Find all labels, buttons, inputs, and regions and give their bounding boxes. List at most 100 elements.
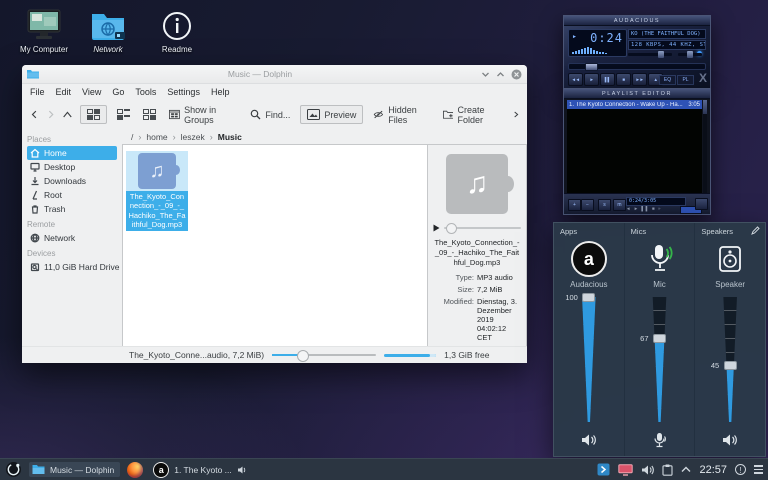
skin-x-decoration: X (699, 71, 707, 85)
desktop-icon-my-computer[interactable]: My Computer (12, 6, 76, 54)
menu-settings[interactable]: Settings (167, 87, 200, 97)
audio-preview-icon: ♫ (446, 154, 508, 214)
playlist-list[interactable]: 1. The Kyoto Connection - Wake Up - Ha..… (567, 100, 702, 193)
menu-edit[interactable]: Edit (56, 87, 72, 97)
minimize-button[interactable] (481, 70, 490, 79)
apps-item-label: Audacious (554, 280, 624, 289)
details-view-button[interactable] (140, 107, 159, 122)
places-item-desktop[interactable]: Desktop (27, 160, 117, 174)
zoom-slider-handle[interactable] (297, 350, 309, 362)
panel-menu-icon[interactable] (754, 465, 763, 474)
song-title-marquee: KO (THE FAITHFUL DOG) (3:05) (628, 29, 706, 39)
up-button[interactable] (62, 109, 73, 120)
digital-clock[interactable]: 22:57 (699, 464, 727, 476)
playlist-editor-window[interactable]: PLAYLIST EDITOR 1. The Kyoto Connection … (563, 88, 711, 215)
volume-slider[interactable] (628, 53, 672, 56)
breadcrumb-user[interactable]: leszek (181, 132, 205, 142)
preview-seek-slider[interactable] (444, 227, 521, 229)
kde-connect-tray-icon[interactable] (597, 463, 610, 476)
pause-button[interactable]: ▌▌ (600, 73, 615, 86)
stop-button[interactable]: ■ (616, 73, 631, 86)
eq-toggle-button[interactable]: EQ (659, 75, 676, 85)
previous-button[interactable]: ◄◄ (568, 73, 583, 86)
places-item-home[interactable]: Home (27, 146, 117, 160)
menu-file[interactable]: File (30, 87, 45, 97)
tray-expander-icon[interactable] (681, 466, 691, 473)
playlist-remove-button[interactable]: − (581, 199, 594, 211)
mic-slider-handle[interactable] (653, 334, 666, 343)
places-item-root[interactable]: Root (27, 188, 117, 202)
play-button[interactable]: ► (584, 73, 599, 86)
playlist-toggle-button[interactable]: PL (677, 75, 694, 85)
playlist-misc-button[interactable]: m (613, 199, 626, 211)
play-indicator-icon: ► (572, 34, 577, 40)
seek-bar[interactable] (568, 63, 706, 70)
file-view[interactable]: ♫ The_Kyoto_Connection_-_09_-_Hachiko_Th… (122, 144, 428, 347)
menu-view[interactable]: View (82, 87, 101, 97)
playlist-list-button[interactable] (695, 198, 708, 210)
hidden-files-button[interactable]: Hidden Files (370, 103, 432, 127)
application-launcher-button[interactable] (5, 461, 22, 478)
mic-volume-slider[interactable]: 67 (625, 297, 695, 422)
apps-mute-button[interactable] (554, 432, 624, 448)
playlist-select-button[interactable]: s (598, 199, 611, 211)
edit-icon[interactable] (751, 226, 760, 235)
balance-slider[interactable] (678, 53, 702, 56)
mic-mute-button[interactable] (625, 432, 695, 448)
playlist-scrollbar-handle[interactable] (703, 100, 707, 114)
back-button[interactable] (30, 109, 39, 120)
show-in-groups-button[interactable]: Show in Groups (166, 103, 240, 127)
seek-handle[interactable] (585, 63, 598, 71)
breadcrumb-current[interactable]: Music (218, 132, 242, 142)
volume-tray-icon[interactable] (641, 464, 654, 476)
compact-view-button[interactable] (114, 107, 133, 122)
menu-help[interactable]: Help (211, 87, 230, 97)
speaker-volume-slider[interactable]: 45 (695, 297, 765, 422)
places-item-network[interactable]: Network (27, 231, 117, 245)
playlist-entry[interactable]: 1. The Kyoto Connection - Wake Up - Ha..… (567, 100, 702, 109)
desktop-icon-network[interactable]: Network (76, 6, 140, 54)
places-item-hard-drive[interactable]: 11,0 GiB Hard Drive (27, 260, 117, 274)
audacious-volume-slider[interactable]: 100 (554, 297, 624, 422)
places-item-downloads[interactable]: Downloads (27, 174, 117, 188)
taskbar-task-dolphin[interactable]: Music — Dolphin (29, 462, 120, 477)
clipboard-tray-icon[interactable] (662, 464, 673, 476)
speaker-mute-button[interactable] (695, 432, 765, 448)
desktop-icon-readme[interactable]: Readme (145, 6, 209, 54)
audacious-titlebar[interactable]: AUDACIOUS (564, 16, 710, 26)
close-button[interactable] (511, 69, 522, 80)
screen-share-tray-icon[interactable] (618, 464, 633, 476)
playlist-titlebar[interactable]: PLAYLIST EDITOR (564, 89, 710, 99)
create-folder-button[interactable]: Create Folder (440, 103, 506, 127)
mics-header: Mics (631, 227, 646, 236)
breadcrumb-home[interactable]: home (146, 132, 167, 142)
file-item-mp3[interactable]: ♫ The_Kyoto_Connection_-_09_-_Hachiko_Th… (126, 151, 188, 231)
apps-slider-handle[interactable] (582, 293, 595, 302)
playlist-add-button[interactable]: + (568, 199, 581, 211)
forward-button[interactable] (46, 109, 55, 120)
breadcrumb-root[interactable]: / (131, 132, 133, 142)
audacious-main-window[interactable]: AUDACIOUS ► 0:24 KO (THE FAITHFUL DOG) (… (563, 15, 711, 90)
show-in-groups-label: Show in Groups (184, 105, 237, 125)
find-label: Find... (265, 110, 290, 120)
playlist-scrollbar[interactable] (703, 100, 707, 193)
next-button[interactable]: ►► (632, 73, 647, 86)
firefox-task-icon[interactable] (127, 462, 143, 478)
maximize-button[interactable] (496, 70, 505, 79)
menu-tools[interactable]: Tools (135, 87, 156, 97)
dolphin-titlebar[interactable]: Music — Dolphin (22, 65, 527, 84)
places-item-trash[interactable]: Trash (27, 202, 117, 216)
notifications-tray-icon[interactable]: ! (735, 464, 746, 475)
zoom-slider[interactable] (272, 354, 376, 356)
preview-button[interactable]: Preview (300, 105, 363, 124)
preview-play-button[interactable] (433, 224, 440, 232)
speaker-slider-handle[interactable] (724, 361, 737, 370)
menu-go[interactable]: Go (112, 87, 124, 97)
icons-view-button[interactable] (80, 105, 107, 124)
hard-drive-icon (30, 262, 40, 272)
preview-label: Preview (324, 110, 356, 120)
taskbar-task-audacious[interactable]: a 1. The Kyoto ... (150, 460, 253, 480)
find-button[interactable]: Find... (247, 107, 293, 122)
toolbar-overflow-icon[interactable] (513, 110, 519, 119)
playlist-mini-controls[interactable]: ◄ ► ▌▌ ■ » (626, 206, 662, 211)
